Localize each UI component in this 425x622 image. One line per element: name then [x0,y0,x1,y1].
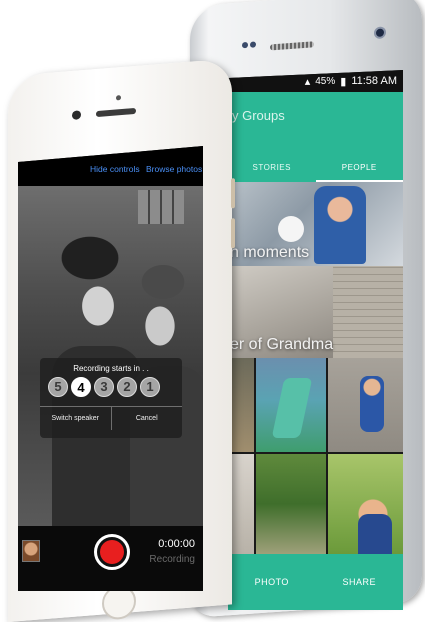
signal-icon: ▴ [304,75,311,88]
front-camera-icon [72,110,81,120]
bottom-action-bar: PHOTO SHARE [228,554,403,610]
clock: 11:58 AM [351,75,397,87]
dialog-actions: Switch speaker Cancel [40,406,182,430]
countdown-number-active: 4 [71,377,91,397]
front-camera-icon [374,26,386,40]
story-title: n moments [230,244,310,261]
countdown-dialog: Recording starts in . . 5 4 3 2 1 Switch… [40,358,182,438]
sensor-icon [250,41,256,48]
photo-tile[interactable] [256,454,326,554]
recording-timer: 0:00:00 [158,538,195,550]
photo-grid [228,358,403,554]
sensor-icon [242,41,248,49]
app-title: y Groups [232,108,285,123]
story-card[interactable]: n moments [228,182,403,266]
tab-people[interactable]: PEOPLE [315,154,403,182]
countdown-number: 5 [48,377,68,397]
photo-tile[interactable] [328,358,403,452]
story-title: er of Grandma [230,336,334,353]
hide-controls-link[interactable]: Hide controls [90,164,140,174]
browse-photos-link[interactable]: Browse photos [146,164,202,174]
recording-controls: 0:00:00 Recording [18,526,203,591]
battery-percent: 45% [315,75,336,87]
switch-speaker-button[interactable]: Switch speaker [40,407,111,430]
record-dot-icon [100,540,124,564]
speaker-thumbnail[interactable] [22,540,40,562]
share-button[interactable]: SHARE [316,554,404,610]
battery-icon: ▮ [340,75,347,88]
countdown-number: 2 [117,377,137,397]
photo-tile[interactable] [328,454,403,554]
android-screen: ▴ 45% ▮ 11:58 AM y Groups STORIES PEOPLE… [228,70,403,610]
tab-stories[interactable]: STORIES [228,154,316,182]
speaker-grille [270,41,314,51]
earpiece [96,107,136,118]
story-photo [278,216,304,242]
photo-tile[interactable] [256,358,326,452]
countdown-caption: Recording starts in . . [73,364,149,373]
countdown-number: 3 [94,377,114,397]
tab-bar: STORIES PEOPLE [228,154,403,182]
iphone-screen: Hide controls Browse photos Recording st… [18,146,203,591]
vintage-photo [18,186,203,526]
record-button[interactable] [94,534,130,570]
cancel-button[interactable]: Cancel [110,407,183,430]
countdown-numbers: 5 4 3 2 1 [48,377,160,397]
photo-button[interactable]: PHOTO [228,554,316,610]
countdown-number: 1 [140,377,160,397]
story-card[interactable]: er of Grandma [228,266,403,358]
story-photo [314,186,366,264]
volume-button [231,178,235,209]
recording-status: Recording [149,554,195,565]
volume-button [231,218,235,249]
story-photo [333,266,403,358]
proximity-sensor [116,95,121,101]
app-bar: y Groups [228,92,403,154]
